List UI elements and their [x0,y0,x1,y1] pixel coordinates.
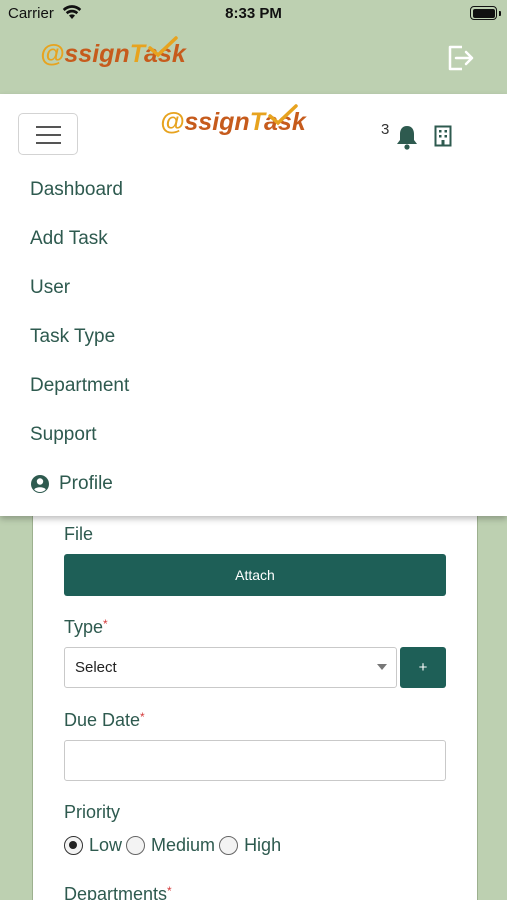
nav-menu: Dashboard Add Task User Task Type Depart… [30,178,129,521]
status-bar: Carrier 8:33 PM [0,0,507,28]
task-form: File Attach Type* Select + Due Date* Pri… [32,500,478,900]
due-date-input[interactable] [64,740,446,781]
file-label: File [64,524,94,544]
drawer-logo: @ssignTask [160,104,306,137]
logo-check-icon [148,36,178,58]
type-label: Type* [64,617,108,637]
priority-label: Priority [64,802,121,822]
due-date-label: Due Date* [64,710,145,730]
nav-item-support[interactable]: Support [30,423,129,472]
nav-drawer: @ssignTask 3 Dashboard Add Task User Tas… [0,94,507,516]
nav-item-department[interactable]: Department [30,374,129,423]
priority-high-label: High [244,834,282,855]
chevron-down-icon [377,664,387,670]
app-header: @ssignTask [0,28,507,94]
nav-item-profile[interactable]: Profile [30,472,129,521]
departments-label: Departments* [64,884,172,900]
required-mark: * [167,884,172,898]
nav-item-profile-label: Profile [59,473,113,494]
priority-radio-group: Low Medium High [64,834,285,856]
type-select[interactable]: Select [64,647,397,688]
priority-medium-radio[interactable] [126,835,146,855]
required-mark: * [140,710,145,724]
notification-count: 3 [381,121,390,138]
attach-button[interactable]: Attach [64,554,446,596]
logo-check-icon [268,104,298,126]
priority-high-radio[interactable] [219,835,239,855]
hamburger-icon [36,126,61,128]
priority-low-radio[interactable] [64,835,83,855]
nav-item-dashboard[interactable]: Dashboard [30,178,129,227]
nav-item-task-type[interactable]: Task Type [30,325,129,374]
person-circle-icon [31,475,49,493]
battery-icon [470,6,501,20]
add-type-button[interactable]: + [400,647,446,688]
app-logo: @ssignTask [40,36,186,69]
nav-item-add-task[interactable]: Add Task [30,227,129,276]
priority-low-label: Low [89,834,123,855]
nav-item-user[interactable]: User [30,276,129,325]
required-mark: * [103,617,108,631]
priority-medium-label: Medium [151,834,216,855]
logout-icon[interactable] [445,43,475,73]
building-icon[interactable] [434,125,452,147]
bell-icon[interactable] [395,124,419,150]
clock: 8:33 PM [225,5,282,22]
menu-toggle-button[interactable] [18,113,78,155]
